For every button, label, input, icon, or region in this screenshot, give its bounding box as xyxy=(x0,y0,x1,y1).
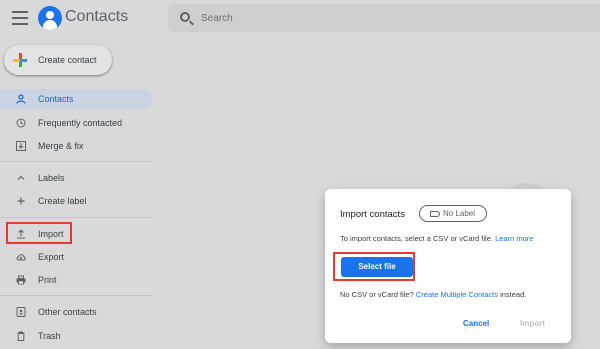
dialog-title: Import contacts xyxy=(340,209,405,220)
sidebar-divider xyxy=(0,217,152,218)
cancel-button[interactable]: Cancel xyxy=(463,319,489,328)
description-text: To import contacts, select a CSV or vCar… xyxy=(340,234,493,243)
select-file-button[interactable]: Select file xyxy=(341,257,413,277)
note-prefix: No CSV or vCard file? xyxy=(340,290,414,299)
sidebar-item-trash[interactable]: Trash xyxy=(0,326,152,346)
sidebar-item-label: Contacts xyxy=(38,94,74,104)
history-icon xyxy=(16,118,26,128)
sidebar-item-export[interactable]: Export xyxy=(0,247,152,267)
sidebar-item-contacts[interactable]: Contacts xyxy=(0,89,152,109)
sidebar-item-merge-fix[interactable]: Merge & fix xyxy=(0,136,152,156)
create-contact-label: Create contact xyxy=(38,55,97,65)
sidebar-item-frequently-contacted[interactable]: Frequently contacted xyxy=(0,113,152,133)
dialog-description: To import contacts, select a CSV or vCar… xyxy=(340,234,533,243)
note-suffix: instead. xyxy=(500,290,527,299)
sidebar-item-label: Export xyxy=(38,252,65,262)
sidebar-item-create-label[interactable]: Create label xyxy=(0,191,152,211)
import-contacts-dialog: Import contacts No Label To import conta… xyxy=(325,189,571,343)
label-chip[interactable]: No Label xyxy=(419,205,487,222)
dialog-note: No CSV or vCard file? Create Multiple Co… xyxy=(340,290,526,299)
sidebar-item-labels[interactable]: Labels xyxy=(0,168,152,188)
select-file-label: Select file xyxy=(358,262,396,271)
sidebar-item-label: Trash xyxy=(38,331,61,341)
print-icon xyxy=(16,275,26,285)
import-button: Import xyxy=(520,319,545,328)
menu-icon[interactable] xyxy=(12,11,28,25)
contacts-logo-icon xyxy=(38,6,62,30)
sidebar-item-label: Other contacts xyxy=(38,307,97,317)
create-multiple-contacts-link[interactable]: Create Multiple Contacts xyxy=(416,290,498,299)
trash-icon xyxy=(17,331,25,341)
sidebar-item-label: Labels xyxy=(38,173,65,183)
sidebar-divider xyxy=(0,161,152,162)
plus-icon xyxy=(17,197,25,205)
sidebar-divider xyxy=(0,295,152,296)
label-icon xyxy=(430,211,440,217)
sidebar-item-label: Merge & fix xyxy=(38,141,84,151)
merge-icon xyxy=(16,141,26,151)
sidebar-item-label: Print xyxy=(38,275,57,285)
search-bar[interactable] xyxy=(168,4,600,32)
person-icon xyxy=(16,94,26,104)
colored-plus-icon xyxy=(13,53,27,67)
learn-more-link[interactable]: Learn more xyxy=(495,234,533,243)
cloud-download-icon xyxy=(16,254,26,261)
sidebar-item-label: Frequently contacted xyxy=(38,118,123,128)
app-title: Contacts xyxy=(65,8,129,25)
search-icon[interactable] xyxy=(180,12,190,22)
chevron-up-icon xyxy=(17,175,25,180)
app-header: Contacts xyxy=(0,0,600,38)
search-input[interactable] xyxy=(201,10,581,26)
sidebar-item-label: Create label xyxy=(38,196,87,206)
contacts-book-icon xyxy=(16,307,26,317)
sidebar-item-other-contacts[interactable]: Other contacts xyxy=(0,302,152,322)
sidebar-item-print[interactable]: Print xyxy=(0,270,152,290)
create-contact-button[interactable]: Create contact xyxy=(4,45,112,75)
import-highlight-box xyxy=(6,222,72,244)
label-chip-text: No Label xyxy=(443,209,476,218)
